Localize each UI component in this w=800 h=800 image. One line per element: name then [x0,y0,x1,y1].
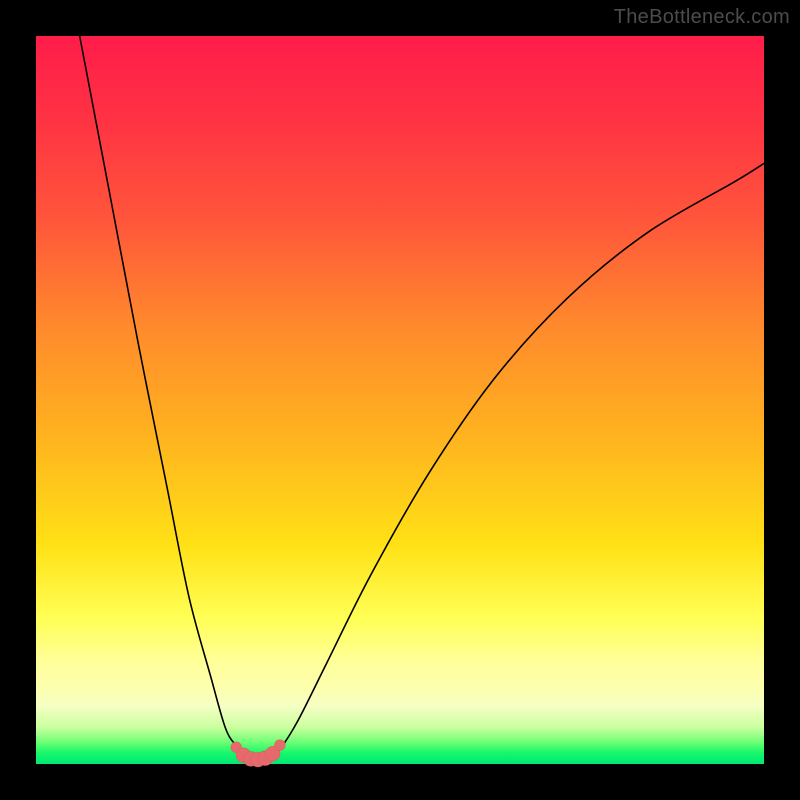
curve-right-branch [269,163,764,760]
curve-left-branch [80,36,255,760]
bottom-marker [274,740,285,751]
curve-layer [36,36,764,764]
plot-area [36,36,764,764]
bottom-marker-group [231,740,286,768]
chart-stage: TheBottleneck.com [0,0,800,800]
watermark-text: TheBottleneck.com [614,6,790,29]
